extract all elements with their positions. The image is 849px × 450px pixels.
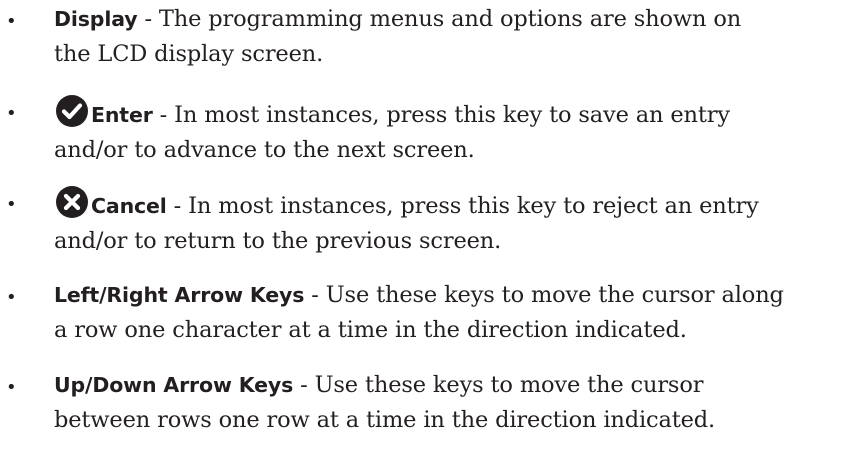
cancel-description-line1: - In most instances, press this key to r… [166, 193, 759, 219]
cancel-label: Cancel [91, 194, 167, 218]
bullet: • [6, 194, 17, 215]
up-down-arrow-keys-label: Up/Down Arrow Keys [54, 373, 294, 397]
enter-description-line2: and/or to advance to the next screen. [54, 137, 475, 163]
left-right-description-line1: - Use these keys to move the cursor alon… [304, 282, 784, 308]
cancel-description-line2: and/or to return to the previous screen. [54, 228, 502, 254]
display-label: Display [54, 7, 138, 31]
up-down-description-line2: between rows one row at a time in the di… [54, 407, 716, 433]
enter-label: Enter [91, 103, 153, 127]
x-circle-icon [55, 185, 89, 219]
list-item-text: Up/Down Arrow Keys - Use these keys to m… [54, 368, 846, 438]
bullet: • [6, 103, 17, 124]
display-description-line1: - The programming menus and options are … [137, 6, 742, 32]
bullet: • [6, 287, 17, 308]
list-item-text: Enter - In most instances, press this ke… [54, 94, 846, 168]
left-right-arrow-keys-label: Left/Right Arrow Keys [54, 283, 305, 307]
list-item-text: Left/Right Arrow Keys - Use these keys t… [54, 278, 846, 348]
bullet: • [6, 377, 17, 398]
list-item-text: Display - The programming menus and opti… [54, 2, 846, 72]
enter-description-line1: - In most instances, press this key to s… [152, 102, 730, 128]
check-circle-icon [55, 94, 89, 128]
list-item-text: Cancel - In most instances, press this k… [54, 185, 846, 259]
bullet: • [6, 11, 17, 32]
left-right-description-line2: a row one character at a time in the dir… [54, 317, 687, 343]
up-down-description-line1: - Use these keys to move the cursor [293, 372, 704, 398]
display-description-line2: the LCD display screen. [54, 41, 324, 67]
